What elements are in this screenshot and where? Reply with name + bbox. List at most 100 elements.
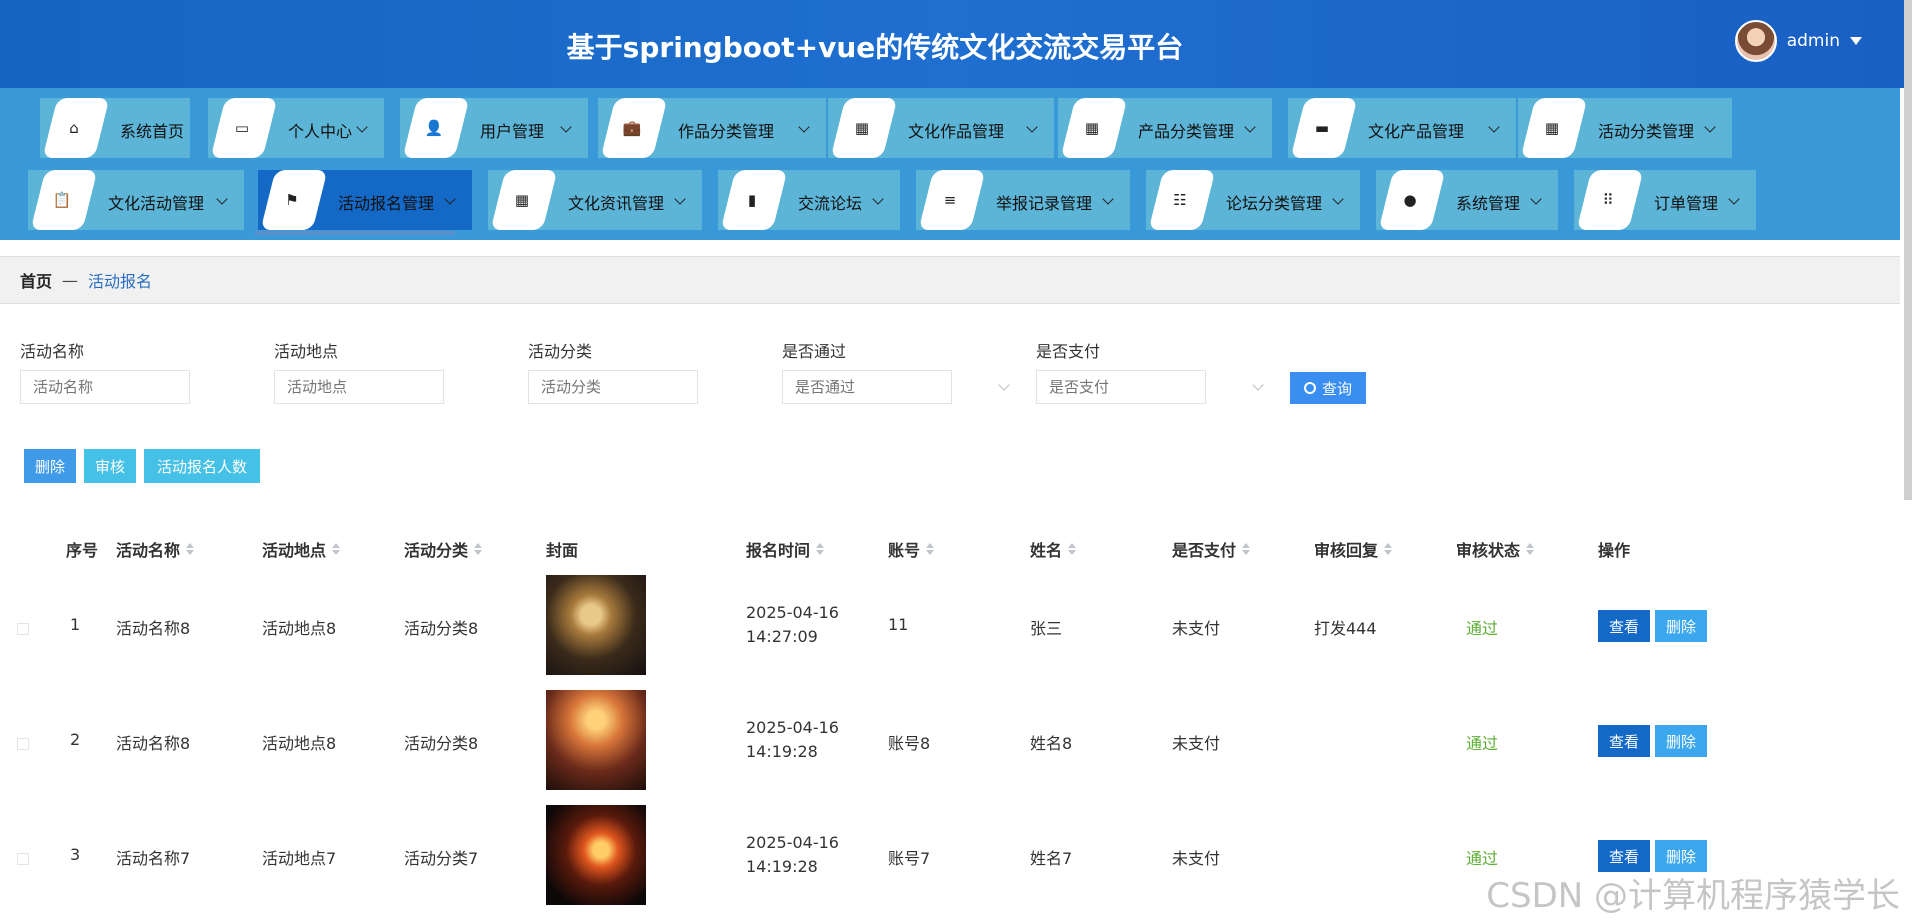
clipboard-icon: 📋 bbox=[52, 191, 72, 209]
review-status: 通过 bbox=[1466, 849, 1499, 868]
filter-2: 活动地点 bbox=[274, 338, 444, 404]
view-button[interactable]: 查看 bbox=[1598, 725, 1650, 757]
column-header[interactable]: 审核回复 bbox=[1314, 537, 1393, 561]
nav-item-7[interactable]: ▬ 文化产品管理 bbox=[1288, 98, 1516, 158]
filter-5: 是否支付 bbox=[1036, 338, 1264, 404]
sort-icon[interactable] bbox=[186, 543, 195, 555]
nav-item-label: 活动分类管理 bbox=[1598, 122, 1695, 141]
column-header[interactable]: 活动地点 bbox=[262, 537, 341, 561]
sort-icon[interactable] bbox=[332, 543, 341, 555]
activity-place: 活动地点8 bbox=[262, 619, 337, 638]
filter-3: 活动分类 bbox=[528, 338, 698, 404]
column-header[interactable]: 账号 bbox=[888, 537, 935, 561]
nav-item-6[interactable]: ▦ 产品分类管理 bbox=[1058, 98, 1272, 158]
column-header: 封面 bbox=[546, 537, 578, 561]
payment-status: 未支付 bbox=[1172, 619, 1221, 638]
column-header[interactable]: 报名时间 bbox=[746, 537, 825, 561]
search-icon bbox=[1303, 382, 1316, 394]
row-checkbox[interactable] bbox=[17, 623, 29, 635]
nav-item-5[interactable]: ▦ 文化作品管理 bbox=[828, 98, 1054, 158]
chevron-down-icon[interactable] bbox=[998, 379, 1010, 391]
batch-delete-button[interactable]: 删除 bbox=[24, 449, 76, 483]
chevron-down-icon bbox=[1244, 121, 1256, 133]
chevron-down-icon bbox=[560, 121, 572, 133]
column-header[interactable]: 姓名 bbox=[1030, 537, 1077, 561]
sliders-icon: ☷ bbox=[1173, 191, 1187, 209]
search-button[interactable]: 查询 bbox=[1290, 372, 1366, 404]
signup-count-button[interactable]: 活动报名人数 bbox=[144, 449, 260, 483]
filter-select[interactable] bbox=[782, 370, 952, 404]
sort-icon[interactable] bbox=[1068, 543, 1077, 555]
column-header[interactable]: 活动分类 bbox=[404, 537, 483, 561]
username[interactable]: admin bbox=[1787, 31, 1840, 51]
signup-time: 2025-04-16 14:27:09 bbox=[746, 603, 839, 646]
chevron-down-icon[interactable] bbox=[1252, 379, 1264, 391]
nav-item-label: 产品分类管理 bbox=[1138, 122, 1235, 141]
column-header[interactable]: 是否支付 bbox=[1172, 537, 1251, 561]
sort-icon[interactable] bbox=[474, 543, 483, 555]
nav-item-4[interactable]: 💼 作品分类管理 bbox=[598, 98, 826, 158]
view-button[interactable]: 查看 bbox=[1598, 610, 1650, 642]
filter-select[interactable] bbox=[1036, 370, 1206, 404]
row-checkbox[interactable] bbox=[17, 853, 29, 865]
nav-item-label: 作品分类管理 bbox=[678, 122, 775, 141]
filter-1: 活动名称 bbox=[20, 338, 190, 404]
breadcrumb-home[interactable]: 首页 bbox=[20, 268, 52, 292]
delete-button[interactable]: 删除 bbox=[1655, 610, 1707, 642]
filter-label: 活动分类 bbox=[528, 342, 593, 361]
activity-category: 活动分类8 bbox=[404, 619, 479, 638]
avatar[interactable] bbox=[1734, 20, 1777, 62]
home-icon: ⌂ bbox=[69, 119, 79, 137]
delete-button[interactable]: 删除 bbox=[1655, 725, 1707, 757]
sort-icon[interactable] bbox=[1242, 543, 1251, 555]
review-reply: 打发444 bbox=[1314, 619, 1377, 638]
sort-icon[interactable] bbox=[1526, 543, 1535, 555]
nav-item-13[interactable]: ≡ 举报记录管理 bbox=[916, 170, 1130, 230]
real-name: 张三 bbox=[1030, 619, 1063, 638]
grid-icon: ▦ bbox=[854, 119, 870, 137]
sort-icon[interactable] bbox=[816, 543, 825, 555]
nav-item-label: 文化活动管理 bbox=[108, 194, 205, 213]
nav-item-10[interactable]: ⚑ 活动报名管理 bbox=[258, 170, 472, 230]
row-checkbox[interactable] bbox=[17, 738, 29, 750]
filter-input[interactable] bbox=[20, 370, 190, 404]
sort-icon[interactable] bbox=[1384, 543, 1393, 555]
column-header[interactable]: 活动名称 bbox=[116, 537, 195, 561]
nav-item-1[interactable]: ⌂ 系统首页 bbox=[40, 98, 190, 158]
briefcase-icon: 💼 bbox=[622, 119, 642, 137]
sort-icon[interactable] bbox=[926, 543, 935, 555]
column-header-label: 审核回复 bbox=[1314, 541, 1379, 560]
filter-input[interactable] bbox=[528, 370, 698, 404]
flag-icon: ⚑ bbox=[285, 191, 299, 209]
nav-item-11[interactable]: ▦ 文化资讯管理 bbox=[488, 170, 702, 230]
user-menu[interactable]: admin bbox=[1734, 20, 1862, 62]
review-button[interactable]: 审核 bbox=[84, 449, 136, 483]
nav-item-2[interactable]: ▭ 个人中心 bbox=[208, 98, 384, 158]
list-icon: ≡ bbox=[943, 191, 957, 209]
nav-item-3[interactable]: 👤 用户管理 bbox=[400, 98, 588, 158]
scrollbar[interactable] bbox=[1904, 0, 1912, 500]
nav-item-8[interactable]: ▦ 活动分类管理 bbox=[1518, 98, 1732, 158]
row-number: 3 bbox=[70, 845, 81, 864]
column-header-label: 审核状态 bbox=[1456, 541, 1521, 560]
top-header: 基于springboot+vue的传统文化交流交易平台 admin bbox=[0, 0, 1912, 88]
nav-item-9[interactable]: 📋 文化活动管理 bbox=[28, 170, 244, 230]
nav-item-14[interactable]: ☷ 论坛分类管理 bbox=[1146, 170, 1360, 230]
breadcrumb-current: 活动报名 bbox=[88, 272, 153, 291]
signup-time: 2025-04-16 14:19:28 bbox=[746, 833, 839, 876]
nav-item-12[interactable]: ▮ 交流论坛 bbox=[718, 170, 900, 230]
nav-item-16[interactable]: ⠿ 订单管理 bbox=[1574, 170, 1756, 230]
breadcrumb-separator: — bbox=[62, 270, 79, 290]
filter-input[interactable] bbox=[274, 370, 444, 404]
column-header[interactable]: 审核状态 bbox=[1456, 537, 1535, 561]
column-header-label: 账号 bbox=[888, 541, 921, 560]
account: 账号7 bbox=[888, 849, 931, 868]
column-header: 操作 bbox=[1598, 537, 1630, 561]
chevron-down-icon bbox=[798, 121, 810, 133]
cover-image bbox=[546, 805, 646, 905]
bulb-icon: ● bbox=[1403, 191, 1417, 209]
nav-item-15[interactable]: ● 系统管理 bbox=[1376, 170, 1558, 230]
review-status: 通过 bbox=[1466, 734, 1499, 753]
caret-down-icon[interactable] bbox=[1850, 37, 1862, 45]
chevron-down-icon bbox=[1102, 193, 1114, 205]
